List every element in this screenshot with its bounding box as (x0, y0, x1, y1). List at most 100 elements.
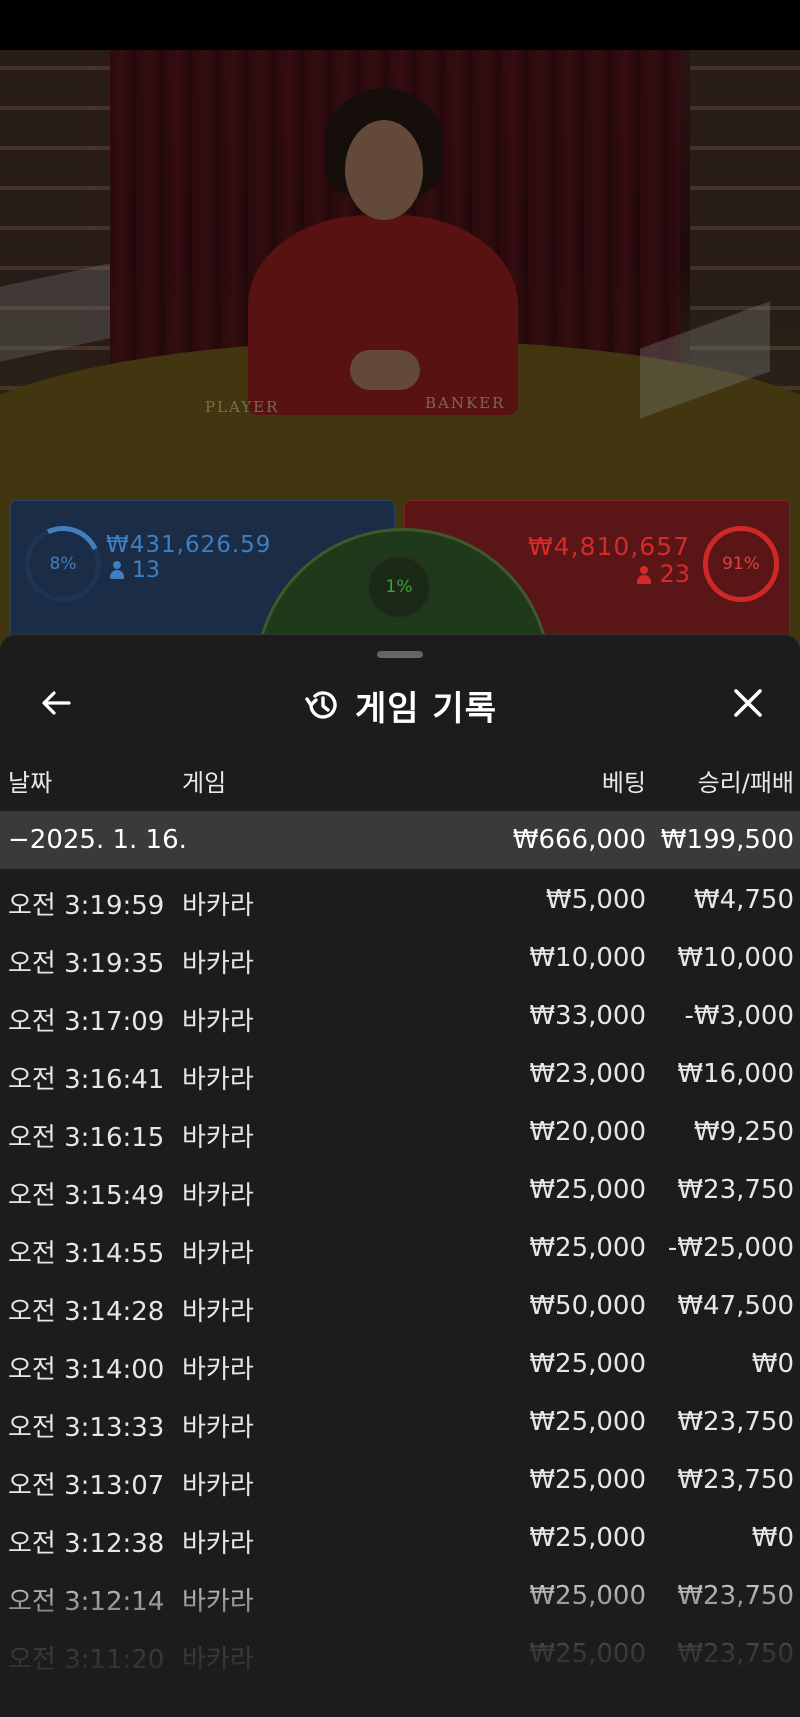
row-bet: ₩25,000 (529, 1233, 646, 1263)
summary-bet: ₩666,000 (512, 825, 646, 855)
page-title: 게임 기록 (355, 688, 497, 729)
table-row[interactable]: 오전 3:11:20 바카라 ₩25,000 ₩23,750 (0, 1623, 800, 1681)
column-header-date[interactable]: 날짜 (8, 763, 52, 798)
history-icon (305, 691, 337, 719)
row-game: 바카라 (182, 1007, 254, 1037)
table-row[interactable]: 오전 3:16:41 바카라 ₩23,000 ₩16,000 (0, 1043, 800, 1101)
person-icon (637, 566, 652, 584)
table-row[interactable]: 오전 3:12:14 바카라 ₩25,000 ₩23,750 (0, 1565, 800, 1623)
row-time: 오전 3:17:09 (8, 1007, 165, 1037)
tie-percent-ring: 1% (364, 552, 434, 622)
row-time: 오전 3:14:28 (8, 1297, 165, 1327)
game-history-sheet: 게임 기록 날짜 게임 베팅 승리/패배 −2025. 1. 16. ₩666,… (0, 634, 800, 1717)
row-win-loss: ₩0 (751, 1523, 794, 1553)
sheet-drag-handle[interactable] (377, 651, 423, 658)
date-summary-row[interactable]: −2025. 1. 16. ₩666,000 ₩199,500 (0, 811, 800, 869)
row-game: 바카라 (182, 1413, 254, 1443)
player-bettors: 13 (110, 558, 160, 583)
tie-percent: 1% (385, 577, 413, 597)
row-bet: ₩25,000 (529, 1465, 646, 1495)
table-row[interactable]: 오전 3:13:07 바카라 ₩25,000 ₩23,750 (0, 1449, 800, 1507)
row-win-loss: ₩47,500 (677, 1291, 794, 1321)
row-game: 바카라 (182, 1123, 254, 1153)
sheet-header: 게임 기록 (0, 679, 800, 731)
column-header-game[interactable]: 게임 (182, 763, 226, 798)
close-button[interactable] (722, 677, 774, 729)
banker-bettor-count: 23 (659, 560, 690, 588)
row-win-loss: ₩10,000 (677, 943, 794, 973)
row-time: 오전 3:16:41 (8, 1065, 165, 1095)
table-row[interactable]: 오전 3:19:59 바카라 ₩5,000 ₩4,750 (0, 869, 800, 927)
row-time: 오전 3:19:59 (8, 891, 165, 921)
table-row[interactable]: 오전 3:14:28 바카라 ₩50,000 ₩47,500 (0, 1275, 800, 1333)
row-win-loss: -₩25,000 (667, 1233, 794, 1263)
banker-bet-amount: ₩4,810,657 (528, 532, 690, 561)
row-time: 오전 3:13:33 (8, 1413, 165, 1443)
row-win-loss: ₩9,250 (693, 1117, 794, 1147)
row-bet: ₩25,000 (529, 1523, 646, 1553)
felt-banker-label: BANKER (425, 394, 506, 412)
banker-bettors: 23 (637, 560, 690, 588)
row-bet: ₩10,000 (529, 943, 646, 973)
row-win-loss: ₩23,750 (677, 1465, 794, 1495)
banker-percent: 91% (722, 554, 760, 574)
table-header: 날짜 게임 베팅 승리/패배 (0, 763, 800, 803)
close-icon (734, 689, 762, 717)
row-time: 오전 3:16:15 (8, 1123, 165, 1153)
table-row[interactable]: 오전 3:15:49 바카라 ₩25,000 ₩23,750 (0, 1159, 800, 1217)
row-time: 오전 3:14:00 (8, 1355, 165, 1385)
row-bet: ₩50,000 (529, 1291, 646, 1321)
dealer-face (345, 120, 423, 220)
row-game: 바카라 (182, 1645, 254, 1675)
player-percent: 8% (49, 554, 77, 574)
row-time: 오전 3:15:49 (8, 1181, 165, 1211)
player-bettor-count: 13 (132, 558, 160, 583)
row-game: 바카라 (182, 1239, 254, 1269)
row-game: 바카라 (182, 1355, 254, 1385)
player-percent-ring: 8% (25, 526, 101, 602)
row-bet: ₩33,000 (529, 1001, 646, 1031)
row-bet: ₩25,000 (529, 1349, 646, 1379)
player-bet-amount: ₩431,626.59 (106, 532, 272, 558)
row-game: 바카라 (182, 1065, 254, 1095)
row-bet: ₩25,000 (529, 1581, 646, 1611)
row-bet: ₩25,000 (529, 1175, 646, 1205)
row-win-loss: ₩4,750 (693, 885, 794, 915)
row-time: 오전 3:19:35 (8, 949, 165, 979)
row-win-loss: ₩23,750 (677, 1407, 794, 1437)
row-game: 바카라 (182, 1181, 254, 1211)
table-row[interactable]: 오전 3:16:15 바카라 ₩20,000 ₩9,250 (0, 1101, 800, 1159)
row-bet: ₩5,000 (545, 885, 646, 915)
table-row[interactable]: 오전 3:17:09 바카라 ₩33,000 -₩3,000 (0, 985, 800, 1043)
status-bar (0, 0, 800, 50)
row-win-loss: -₩3,000 (684, 1001, 794, 1031)
table-row[interactable]: 오전 3:14:00 바카라 ₩25,000 ₩0 (0, 1333, 800, 1391)
table-row[interactable]: 오전 3:19:35 바카라 ₩10,000 ₩10,000 (0, 927, 800, 985)
column-header-bet[interactable]: 베팅 (602, 763, 646, 798)
person-icon (110, 561, 124, 579)
row-bet: ₩20,000 (529, 1117, 646, 1147)
felt-player-label: PLAYER (205, 398, 280, 416)
summary-win-loss: ₩199,500 (660, 825, 794, 855)
row-bet: ₩25,000 (529, 1407, 646, 1437)
row-win-loss: ₩23,750 (677, 1639, 794, 1669)
row-time: 오전 3:14:55 (8, 1239, 165, 1269)
column-header-win-loss[interactable]: 승리/패배 (698, 763, 794, 798)
table-row[interactable]: 오전 3:13:33 바카라 ₩25,000 ₩23,750 (0, 1391, 800, 1449)
table-row[interactable]: 오전 3:14:55 바카라 ₩25,000 -₩25,000 (0, 1217, 800, 1275)
banker-percent-ring: 91% (703, 526, 779, 602)
table-row[interactable]: 오전 3:12:38 바카라 ₩25,000 ₩0 (0, 1507, 800, 1565)
row-game: 바카라 (182, 1587, 254, 1617)
row-win-loss: ₩23,750 (677, 1581, 794, 1611)
summary-date: −2025. 1. 16. (8, 825, 187, 855)
row-bet: ₩25,000 (529, 1639, 646, 1669)
row-game: 바카라 (182, 949, 254, 979)
row-time: 오전 3:12:38 (8, 1529, 165, 1559)
row-time: 오전 3:12:14 (8, 1587, 165, 1617)
dealer-hands (350, 350, 420, 390)
row-game: 바카라 (182, 1297, 254, 1327)
row-game: 바카라 (182, 1471, 254, 1501)
row-win-loss: ₩23,750 (677, 1175, 794, 1205)
row-time: 오전 3:11:20 (8, 1645, 165, 1675)
row-time: 오전 3:13:07 (8, 1471, 165, 1501)
